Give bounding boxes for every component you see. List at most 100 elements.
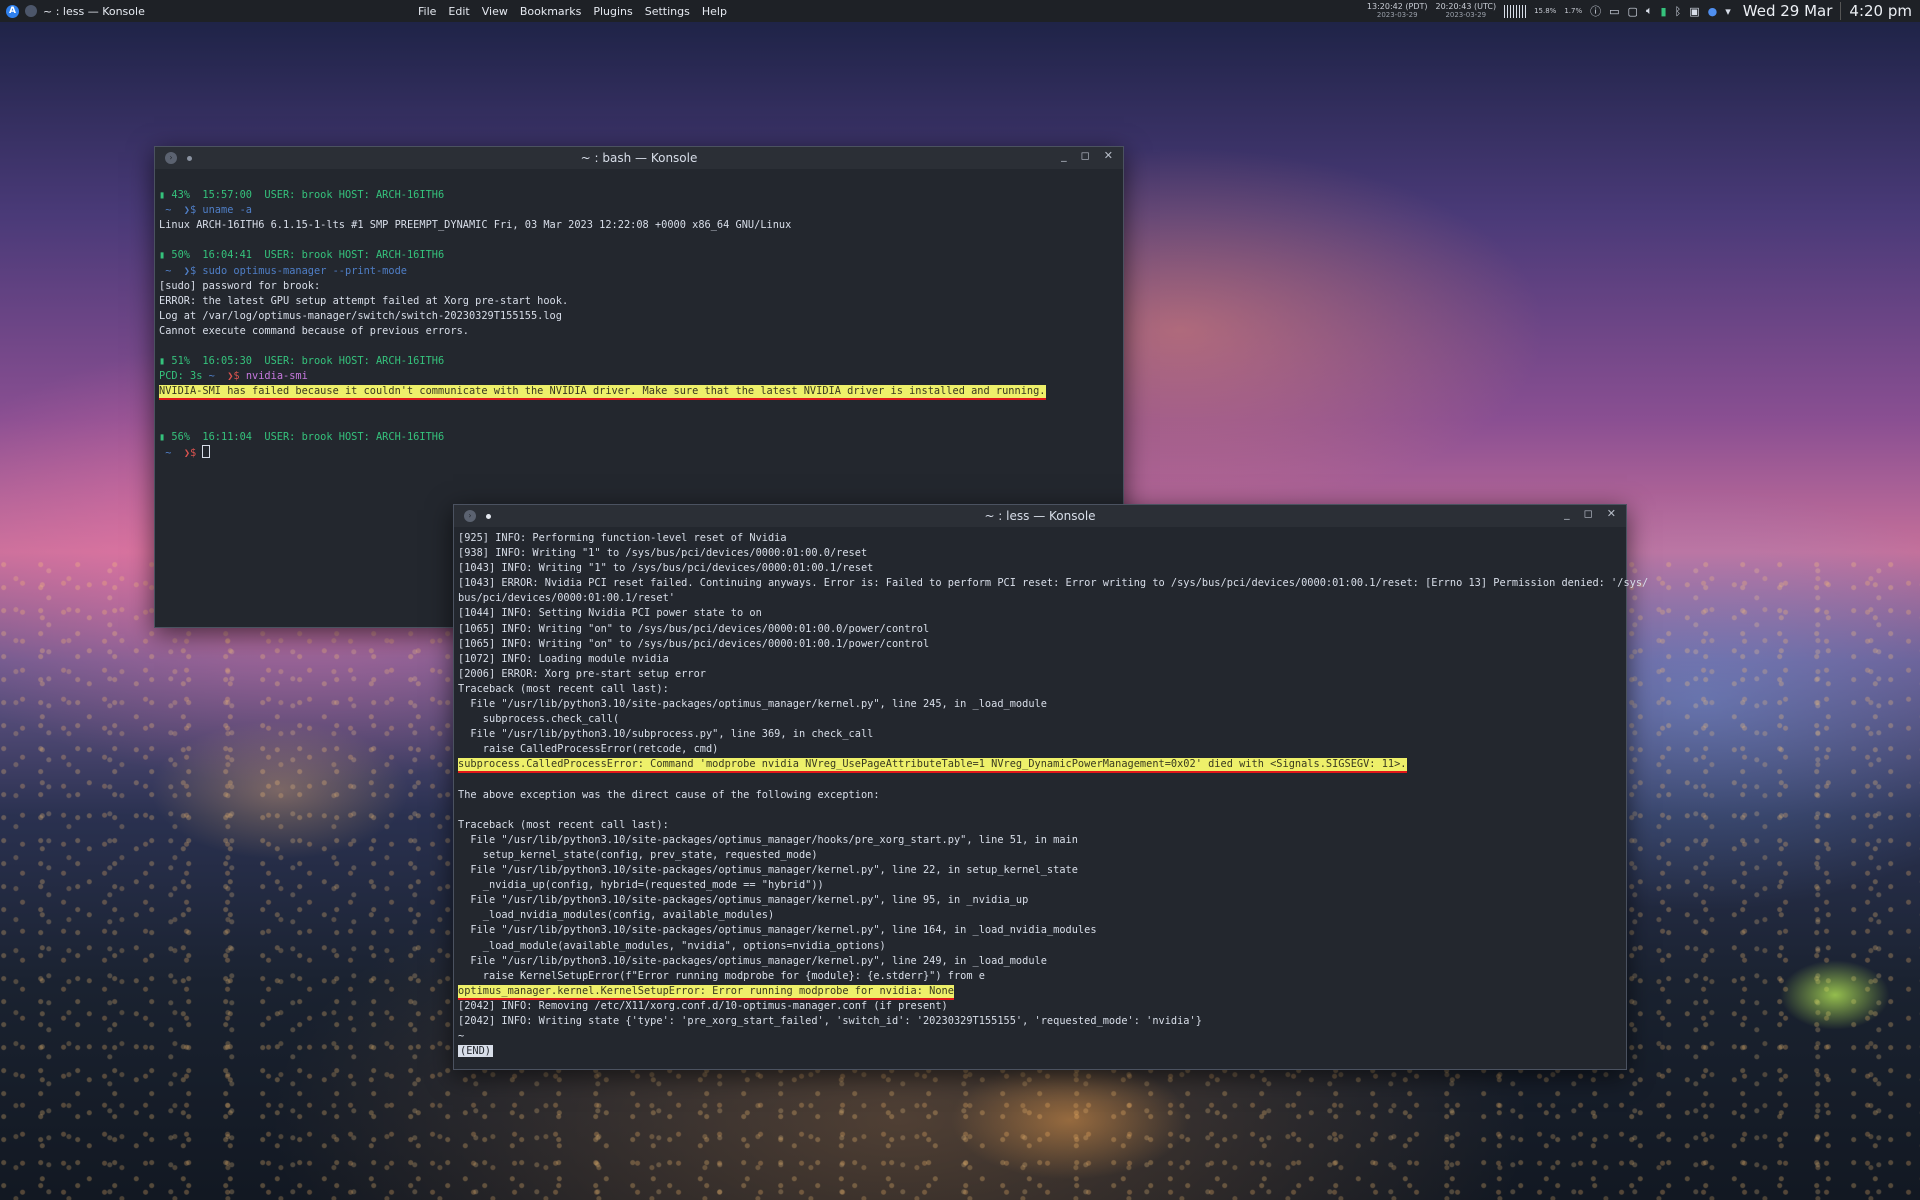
terminal-text: ~ ❯$	[159, 264, 203, 277]
memory-usage[interactable]: 1.7%	[1564, 7, 1582, 15]
terminal-text: raise KernelSetupError(f"Error running m…	[458, 969, 985, 982]
bash-line	[159, 173, 1119, 188]
less-line: [1065] INFO: Writing "on" to /sys/bus/pc…	[458, 622, 1622, 637]
terminal-text: _load_module(available_modules, "nvidia"…	[458, 939, 886, 952]
pin-icon[interactable]	[486, 513, 491, 519]
terminal-text: _nvidia_up(config, hybrid=(requested_mod…	[458, 879, 824, 892]
terminal-cursor	[202, 444, 211, 458]
terminal-text: ❯$	[183, 446, 203, 459]
less-line: raise KernelSetupError(f"Error running m…	[458, 969, 1622, 984]
clock-utc-date: 2023-03-29	[1445, 11, 1487, 19]
maximize-icon[interactable]: ◻	[1584, 507, 1593, 520]
terminal-text: subprocess.check_call(	[458, 713, 620, 726]
bash-terminal-output[interactable]: ▮ 43% 15:57:00 USER: brook HOST: ARCH-16…	[155, 169, 1123, 464]
terminal-text: [1072] INFO: Loading module nvidia	[458, 652, 669, 665]
less-line: bus/pci/devices/0000:01:00.1/reset'	[458, 591, 1622, 606]
bash-line: Cannot execute command because of previo…	[159, 324, 1119, 339]
close-icon[interactable]: ✕	[1607, 507, 1616, 520]
terminal-text: sudo optimus-manager --print-mode	[202, 264, 407, 277]
bluetooth-icon[interactable]: ᛒ	[1675, 5, 1682, 18]
bash-line	[159, 339, 1119, 354]
less-line: optimus_manager.kernel.KernelSetupError:…	[458, 984, 1622, 1000]
top-panel: A ~ : less — Konsole File Edit View Bookmar…	[0, 0, 1920, 22]
tray-expand-icon[interactable]: ▾	[1725, 5, 1731, 18]
terminal-text: Traceback (most recent call last):	[458, 682, 669, 695]
less-end-marker: (END)	[458, 1045, 493, 1058]
terminal-text: [1043] INFO: Writing "1" to /sys/bus/pci…	[458, 562, 874, 575]
wallpaper-glow	[150, 720, 410, 860]
window-menu-icon[interactable]: ›	[464, 510, 476, 522]
less-line: subprocess.CalledProcessError: Command '…	[458, 757, 1622, 774]
minimize-icon[interactable]: _	[1564, 507, 1570, 520]
clock-utc[interactable]: 20:20:43 (UTC) 2023-03-29	[1436, 2, 1497, 20]
menu-settings[interactable]: Settings	[645, 5, 690, 18]
terminal-text: ~	[458, 1030, 465, 1043]
highlighted-error-text: subprocess.CalledProcessError: Command '…	[458, 758, 1407, 774]
less-konsole-window[interactable]: › ~ : less — Konsole _ ◻ ✕ [925] INFO: P…	[453, 504, 1648, 1070]
menu-view[interactable]: View	[482, 5, 508, 18]
maximize-icon[interactable]: ◻	[1081, 149, 1090, 162]
terminal-text: nvidia-smi	[245, 370, 308, 383]
konsole-window-icon[interactable]	[25, 5, 37, 17]
clock-pdt[interactable]: 13:20:42 (PDT) 2023-03-29	[1367, 2, 1428, 20]
cpu-graph-icon[interactable]	[1504, 4, 1527, 18]
less-line: [1043] INFO: Writing "1" to /sys/bus/pci…	[458, 561, 1622, 576]
bash-line: NVIDIA-SMI has failed because it couldn'…	[159, 384, 1119, 401]
less-line: Traceback (most recent call last):	[458, 818, 1622, 833]
less-line: [2042] INFO: Writing state {'type': 'pre…	[458, 1014, 1622, 1029]
menu-edit[interactable]: Edit	[448, 5, 469, 18]
terminal-text: ❯$	[227, 370, 246, 383]
volume-icon[interactable]: 🔈︎	[1646, 4, 1653, 18]
terminal-text: [1043] ERROR: Nvidia PCI reset failed. C…	[458, 577, 1649, 590]
bash-line: ▮ 51% 16:05:30 USER: brook HOST: ARCH-16…	[159, 354, 1119, 369]
window-menu-icon[interactable]: ›	[165, 152, 177, 164]
less-line: [925] INFO: Performing function-level re…	[458, 531, 1622, 546]
terminal-text: Linux ARCH-16ITH6 6.1.15-1-lts #1 SMP PR…	[159, 219, 792, 232]
terminal-text: [1044] INFO: Setting Nvidia PCI power st…	[458, 607, 762, 620]
active-task-title[interactable]: ~ : less — Konsole	[43, 5, 145, 18]
app-launcher-icon[interactable]: A	[6, 4, 19, 18]
less-line: File "/usr/lib/python3.10/site-packages/…	[458, 697, 1622, 712]
terminal-text: [sudo] password for brook:	[159, 279, 321, 292]
terminal-text: [2006] ERROR: Xorg pre-start setup error	[458, 667, 706, 680]
info-icon[interactable]: ⓘ	[1590, 3, 1601, 19]
less-line: _nvidia_up(config, hybrid=(requested_mod…	[458, 878, 1622, 893]
menu-help[interactable]: Help	[702, 5, 727, 18]
pin-icon[interactable]	[187, 155, 192, 161]
panel-date[interactable]: Wed 29 Mar	[1743, 2, 1833, 20]
menu-bookmarks[interactable]: Bookmarks	[520, 5, 581, 18]
menu-plugins[interactable]: Plugins	[593, 5, 632, 18]
terminal-text: ERROR: the latest GPU setup attempt fail…	[159, 294, 569, 307]
less-line: File "/usr/lib/python3.10/site-packages/…	[458, 863, 1622, 878]
panel-time[interactable]: 4:20 pm	[1840, 2, 1912, 20]
menu-file[interactable]: File	[418, 5, 436, 18]
less-line: [1072] INFO: Loading module nvidia	[458, 652, 1622, 667]
battery-icon[interactable]: ▮	[1661, 5, 1667, 18]
clock-pdt-time: 13:20:42 (PDT)	[1366, 2, 1428, 11]
bash-line: ▮ 50% 16:04:41 USER: brook HOST: ARCH-16…	[159, 248, 1119, 263]
less-window-titlebar[interactable]: › ~ : less — Konsole _ ◻ ✕	[454, 505, 1626, 527]
clock-utc-time: 20:20:43 (UTC)	[1435, 2, 1497, 11]
minimize-icon[interactable]: _	[1061, 149, 1067, 162]
terminal-icon[interactable]: ▭	[1609, 5, 1619, 18]
vpn-shield-icon[interactable]: ●	[1708, 5, 1718, 18]
less-line: raise CalledProcessError(retcode, cmd)	[458, 742, 1622, 757]
display-icon[interactable]: ▣	[1689, 5, 1699, 18]
bash-window-titlebar[interactable]: › ~ : bash — Konsole _ ◻ ✕	[155, 147, 1123, 169]
terminal-text: Log at /var/log/optimus-manager/switch/s…	[159, 309, 562, 322]
less-terminal-output[interactable]: [925] INFO: Performing function-level re…	[454, 527, 1648, 1063]
terminal-text: Traceback (most recent call last):	[458, 818, 669, 831]
close-icon[interactable]: ✕	[1104, 149, 1113, 162]
less-line: _load_module(available_modules, "nvidia"…	[458, 939, 1622, 954]
less-line: [1065] INFO: Writing "on" to /sys/bus/pc…	[458, 637, 1622, 652]
terminal-text: ▮ 51% 16:05:30 USER: brook HOST: ARCH-16…	[159, 355, 445, 368]
less-window-title: ~ : less — Konsole	[984, 509, 1096, 523]
highlighted-error-text: optimus_manager.kernel.KernelSetupError:…	[458, 984, 954, 1000]
terminal-text: bus/pci/devices/0000:01:00.1/reset'	[458, 592, 675, 605]
less-line	[458, 803, 1622, 818]
clipboard-icon[interactable]: ▢	[1628, 5, 1638, 18]
cpu-usage[interactable]: 15.8%	[1534, 7, 1556, 15]
less-line: File "/usr/lib/python3.10/site-packages/…	[458, 923, 1622, 938]
less-line: [1043] ERROR: Nvidia PCI reset failed. C…	[458, 576, 1648, 591]
highlighted-error-text: NVIDIA-SMI has failed because it couldn'…	[159, 385, 1046, 401]
